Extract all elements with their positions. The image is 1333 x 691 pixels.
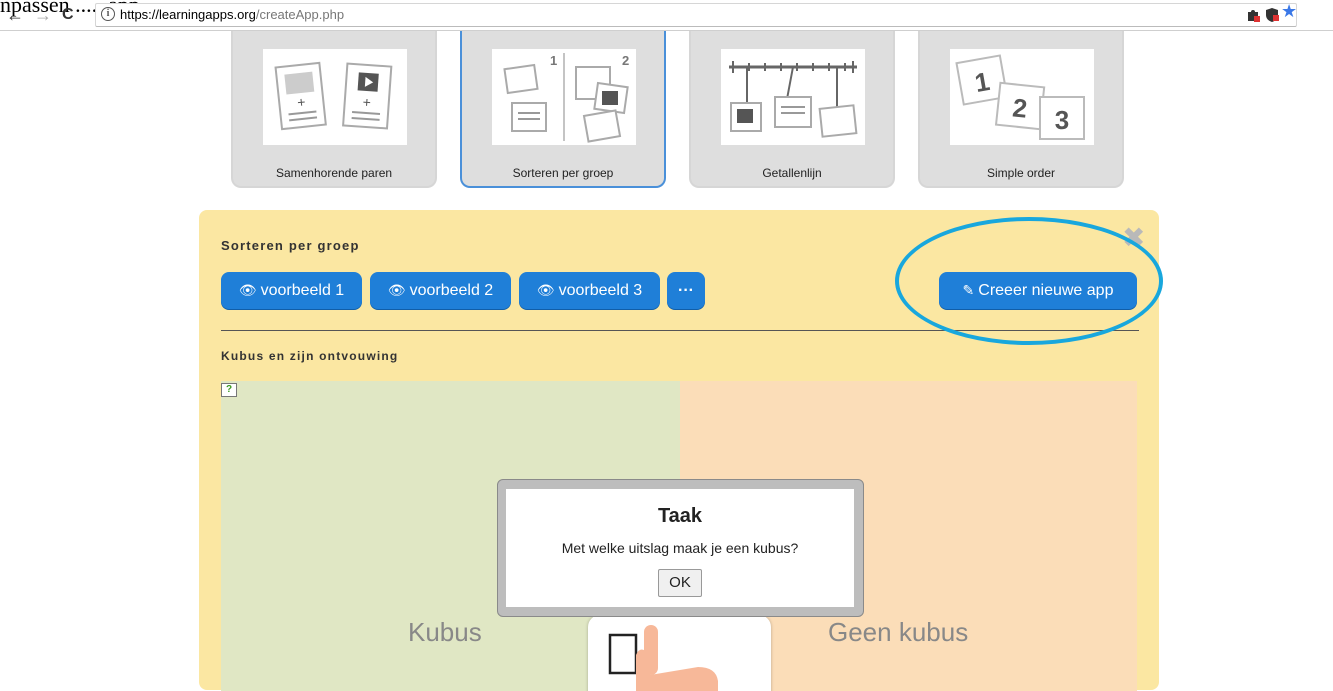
eye-icon: 👁 bbox=[536, 282, 555, 298]
reload-icon[interactable]: C bbox=[62, 6, 74, 24]
svg-text:+: + bbox=[296, 94, 306, 111]
extension-puzzle-icon[interactable] bbox=[1245, 7, 1261, 26]
app-title: Kubus en zijn ontvouwing bbox=[221, 349, 399, 363]
hand-pointer-icon bbox=[608, 625, 718, 691]
help-icon[interactable]: ? bbox=[221, 383, 237, 397]
app-card-simple-order[interactable]: 1 2 3 Simple order bbox=[918, 31, 1124, 188]
app-card-label: Getallenlijn bbox=[762, 166, 822, 180]
dialog-title: Taak bbox=[657, 505, 703, 527]
svg-text:3: 3 bbox=[1055, 105, 1069, 135]
svg-text:2: 2 bbox=[622, 53, 629, 68]
example-button-label: voorbeeld 1 bbox=[260, 282, 345, 299]
url-text[interactable]: https://learningapps.org/createApp.php bbox=[120, 7, 344, 22]
app-card-sorteren-per-groep[interactable]: 1 2 Sorteren per groep bbox=[460, 31, 666, 188]
dialog-ok-button[interactable]: OK bbox=[658, 569, 702, 597]
draggable-net-card[interactable] bbox=[588, 615, 771, 691]
url-path: /createApp.php bbox=[255, 7, 345, 22]
url-host: https://learningapps.org bbox=[120, 7, 256, 22]
address-bar[interactable]: i https://learningapps.org/createApp.php bbox=[95, 3, 1297, 27]
bookmark-star-icon[interactable]: ★ bbox=[1281, 2, 1297, 20]
simple-order-thumbnail-icon: 1 2 3 bbox=[950, 49, 1094, 145]
panel-title: Sorteren per groep bbox=[221, 238, 360, 253]
forward-arrow-icon[interactable]: → bbox=[34, 6, 52, 24]
svg-text:1: 1 bbox=[550, 53, 557, 68]
more-options-button[interactable]: ··· bbox=[667, 272, 705, 309]
example-button-2[interactable]: 👁 voorbeeld 2 bbox=[370, 272, 511, 309]
zone-label-geen-kubus: Geen kubus bbox=[828, 617, 969, 647]
example-button-label: voorbeeld 3 bbox=[558, 282, 643, 299]
app-card-label: Simple order bbox=[986, 166, 1056, 180]
zone-label-kubus: Kubus bbox=[408, 617, 482, 647]
extension-shield-icon[interactable] bbox=[1264, 7, 1280, 26]
app-card-label: Samenhorende paren bbox=[275, 166, 393, 180]
dialog-message: Met welke uitslag maak je een kubus? bbox=[561, 540, 799, 556]
app-card-label: Sorteren per groep bbox=[512, 166, 614, 180]
example-button-label: voorbeeld 2 bbox=[409, 282, 494, 299]
info-icon[interactable]: i bbox=[101, 7, 115, 21]
eye-icon: 👁 bbox=[387, 282, 406, 298]
app-preview-area[interactable]: Kubus Geen kubus ? Taak Met welke uitsla… bbox=[221, 381, 1137, 691]
highlight-ring bbox=[895, 217, 1163, 345]
browser-toolbar: npassen ..... app ... ← → C i https://le… bbox=[0, 0, 1333, 30]
example-button-3[interactable]: 👁 voorbeeld 3 bbox=[519, 272, 660, 309]
eye-icon: 👁 bbox=[238, 282, 257, 298]
group-sort-thumbnail-icon: 1 2 bbox=[492, 49, 636, 145]
back-arrow-icon[interactable]: ← bbox=[6, 6, 24, 24]
task-dialog-body: Taak Met welke uitslag maak je een kubus… bbox=[506, 489, 854, 607]
pairs-thumbnail-icon: + + bbox=[263, 49, 407, 145]
number-line-thumbnail-icon bbox=[721, 49, 865, 145]
app-card-samenhorende-paren[interactable]: + + Samenhorende paren bbox=[231, 31, 437, 188]
app-card-getallenlijn[interactable]: Getallenlijn bbox=[689, 31, 895, 188]
task-dialog: Taak Met welke uitslag maak je een kubus… bbox=[497, 479, 864, 617]
svg-text:+: + bbox=[362, 94, 371, 111]
example-button-1[interactable]: 👁 voorbeeld 1 bbox=[221, 272, 362, 309]
toolbar-divider bbox=[0, 30, 1333, 31]
